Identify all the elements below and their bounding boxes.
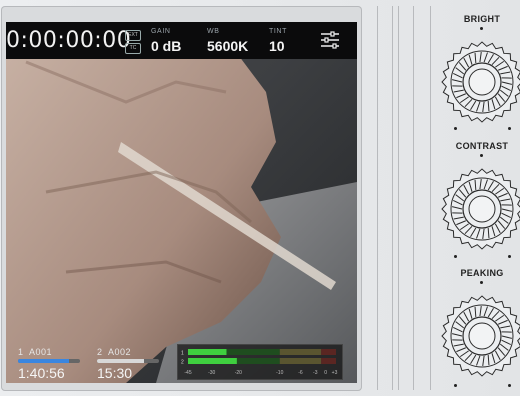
tint-value[interactable]: 10 xyxy=(269,38,285,54)
clip-1-label: 1 A001 xyxy=(18,347,80,357)
indicator-dot xyxy=(480,27,483,30)
bright-knob[interactable] xyxy=(440,40,520,124)
meter-scale-label: +3 xyxy=(332,370,338,376)
meter-level-ch2 xyxy=(188,358,237,364)
indicator-dot xyxy=(508,255,511,258)
gain-label: GAIN xyxy=(151,28,171,35)
clip-1-time: 1:40:56 xyxy=(18,365,65,381)
indicator-dot xyxy=(480,281,483,284)
settings-sliders-icon[interactable] xyxy=(320,31,340,49)
indicator-dot xyxy=(454,127,457,130)
meter-scale-label: -30 xyxy=(208,370,215,376)
meter-scale-label: -3 xyxy=(313,370,318,376)
meter-track-red xyxy=(321,358,336,364)
peaking-knob[interactable] xyxy=(440,294,520,378)
clip-2-progress xyxy=(97,359,159,363)
wb-label: WB xyxy=(207,28,220,35)
indicator-dot xyxy=(454,384,457,387)
indicator-dot xyxy=(508,384,511,387)
bright-label: BRIGHT xyxy=(463,14,501,24)
indicator-dot xyxy=(454,255,457,258)
peaking-label: PEAKING xyxy=(460,268,504,278)
meter-scale-label: 0 xyxy=(324,370,327,376)
clip-2-time: 15:30 xyxy=(97,365,133,381)
meter-channel-label: 1 xyxy=(181,351,184,357)
meter-track-red xyxy=(321,349,336,355)
clip-2-label: 2 A002 xyxy=(97,347,159,357)
clip-2-slot: 2 xyxy=(97,347,103,357)
meter-scale-label: -20 xyxy=(235,370,242,376)
panel-divider xyxy=(377,6,378,390)
indicator-dot xyxy=(508,127,511,130)
clip-1-name: A001 xyxy=(29,347,53,357)
panel-divider xyxy=(398,6,399,390)
tc-badge: TC xyxy=(125,43,141,54)
clip-1[interactable]: 1 A001 1:40:56 xyxy=(18,347,80,381)
audio-meter[interactable]: 12-45 -30 -20 -10 -6 -3 0 +3 xyxy=(177,344,343,380)
panel-divider xyxy=(392,6,393,390)
meter-scale-label: -6 xyxy=(298,370,303,376)
clip-2-name: A002 xyxy=(108,347,132,357)
meter-scale-label: -45 xyxy=(184,370,191,376)
meter-level-ch1 xyxy=(188,349,227,355)
gain-value[interactable]: 0 dB xyxy=(151,38,181,54)
meter-track-yellow xyxy=(279,349,322,355)
status-bar: 0:00:00:00 EXT TC GAIN 0 dB WB 5600K TIN… xyxy=(6,22,357,59)
wb-value[interactable]: 5600K xyxy=(207,38,248,54)
clip-2[interactable]: 2 A002 15:30 xyxy=(97,347,159,381)
lcd-screen[interactable]: 0:00:00:00 EXT TC GAIN 0 dB WB 5600K TIN… xyxy=(6,22,357,383)
timecode: 0:00:00:00 xyxy=(6,28,132,53)
tint-label: TINT xyxy=(269,28,287,35)
contrast-label: CONTRAST xyxy=(455,141,509,151)
clip-1-progress xyxy=(18,359,80,363)
meter-channel-label: 2 xyxy=(181,360,184,366)
meter-track-yellow xyxy=(279,358,322,364)
clip-1-slot: 1 xyxy=(18,347,24,357)
meter-scale-label: -10 xyxy=(276,370,283,376)
ext-badge: EXT xyxy=(125,30,141,41)
indicator-dot xyxy=(480,154,483,157)
video-preview xyxy=(6,22,357,383)
panel-divider xyxy=(413,6,414,390)
panel-divider xyxy=(430,6,431,390)
camera-body: 0:00:00:00 EXT TC GAIN 0 dB WB 5600K TIN… xyxy=(0,0,520,396)
contrast-knob[interactable] xyxy=(440,167,520,251)
